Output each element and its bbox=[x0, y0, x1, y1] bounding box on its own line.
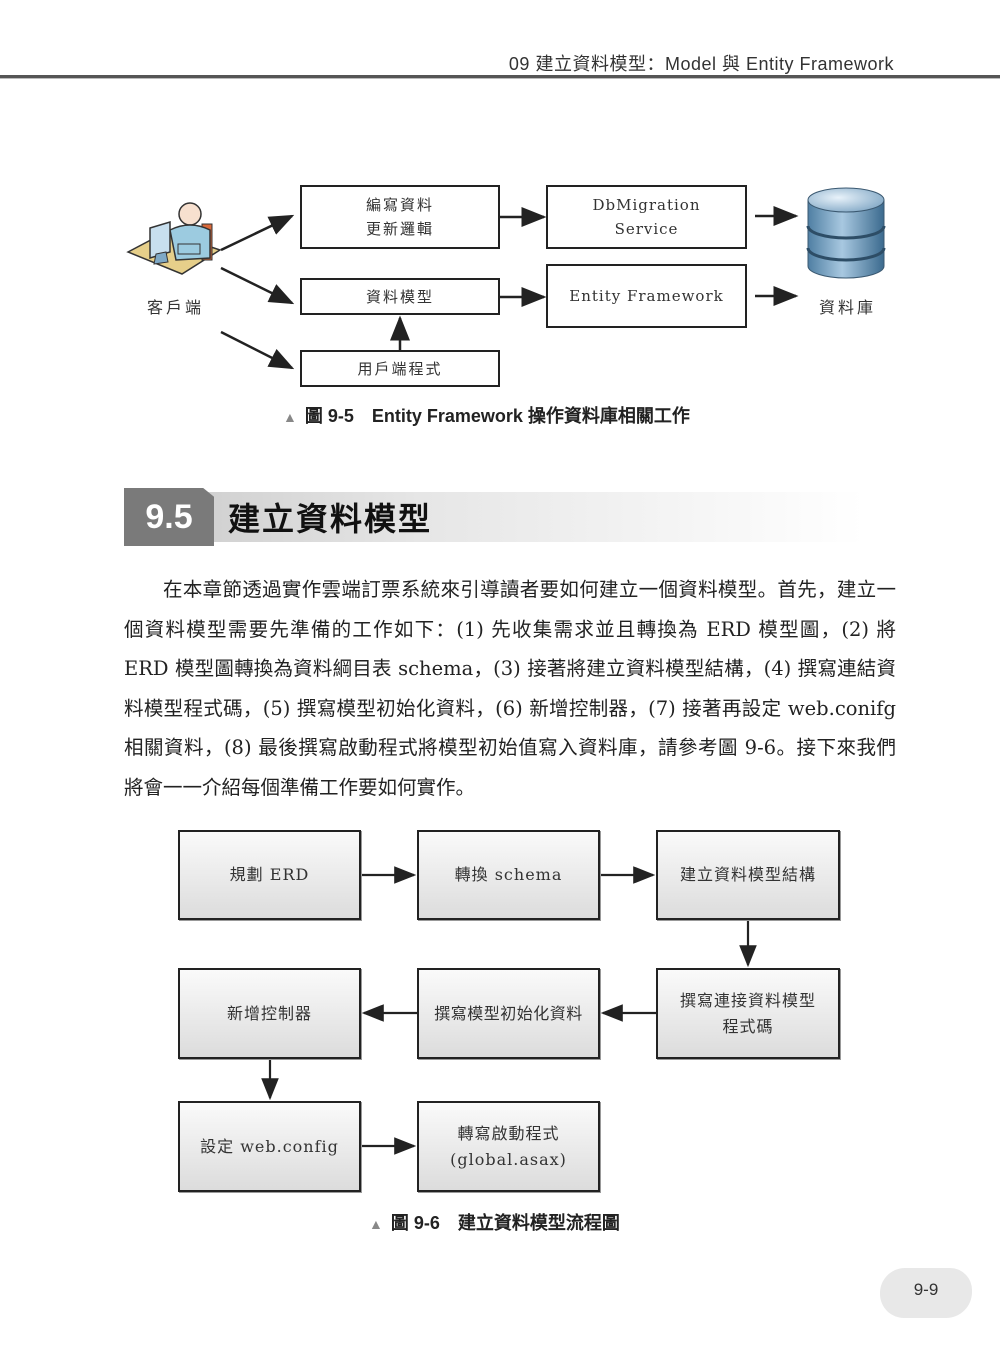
box-dbmigration-service: DbMigration Service bbox=[546, 185, 747, 249]
box-update-logic: 編寫資料 更新邏輯 bbox=[300, 185, 500, 249]
figure-9-6-caption: ▲ 圖 9-6 建立資料模型流程圖 bbox=[369, 1209, 620, 1235]
database-cylinder-icon bbox=[806, 187, 886, 279]
box-entity-framework-label: Entity Framework bbox=[569, 287, 724, 305]
box-entity-framework: Entity Framework bbox=[546, 264, 747, 328]
flow-step-label: 建立資料模型結構 bbox=[679, 865, 816, 884]
figure-number: 圖 9-6 bbox=[390, 1213, 440, 1233]
box-update-logic-line2: 更新邏輯 bbox=[365, 220, 434, 238]
arrow-client-to-client-program bbox=[220, 330, 295, 370]
flow-step-build-model-structure: 建立資料模型結構 bbox=[656, 830, 840, 920]
flow-step-plan-erd: 規劃 ERD bbox=[178, 830, 361, 920]
flow-step-label-line2: 程式碼 bbox=[722, 1016, 774, 1036]
caption-marker-icon: ▲ bbox=[283, 409, 297, 425]
box-client-program-label: 用戶端程式 bbox=[357, 359, 443, 378]
arrow-client-to-data-model bbox=[220, 266, 295, 305]
figure-caption-text: 建立資料模型流程圖 bbox=[457, 1213, 620, 1233]
flow-step-startup-program: 轉寫啟動程式 (global.asax) bbox=[417, 1101, 600, 1192]
flow-step-web-config: 設定 web.config bbox=[178, 1101, 361, 1192]
box-client-program: 用戶端程式 bbox=[300, 350, 500, 387]
flow-step-add-controller: 新增控制器 bbox=[178, 968, 361, 1059]
flow-step-convert-schema: 轉換 schema bbox=[417, 830, 600, 920]
box-data-model: 資料模型 bbox=[300, 278, 500, 315]
caption-marker-icon: ▲ bbox=[369, 1216, 383, 1232]
flow-step-connection-code: 撰寫連接資料模型 程式碼 bbox=[656, 968, 840, 1059]
flow-step-label: 撰寫連接資料模型 bbox=[679, 990, 816, 1010]
box-dbmigration-line1: DbMigration bbox=[592, 196, 701, 214]
flow-step-label-line2: (global.asax) bbox=[450, 1149, 567, 1169]
box-update-logic-line1: 編寫資料 bbox=[365, 196, 434, 214]
flow-step-label: 新增控制器 bbox=[226, 1003, 312, 1023]
figure-caption-text: Entity Framework 操作資料庫相關工作 bbox=[371, 406, 690, 426]
section-number: 9.5 bbox=[124, 488, 214, 546]
body-paragraph: 在本章節透過實作雲端訂票系統來引導讀者要如何建立一個資料模型。首先，建立一個資料… bbox=[124, 578, 896, 799]
figure-9-5: 客戶端 編寫資料 更新邏輯 資料模型 用戶端程式 DbMigration Servi… bbox=[0, 0, 1000, 440]
flow-step-label: 設定 web.config bbox=[200, 1136, 339, 1156]
flow-step-label: 撰寫模型初始化資料 bbox=[434, 1003, 583, 1023]
page-number: 9-9 bbox=[913, 1280, 939, 1299]
figure-number: 圖 9-5 bbox=[304, 406, 354, 426]
flow-step-init-data: 撰寫模型初始化資料 bbox=[417, 968, 600, 1059]
flow-step-label: 轉寫啟動程式 bbox=[457, 1123, 560, 1143]
flow-step-label: 規劃 ERD bbox=[229, 865, 310, 884]
box-data-model-label: 資料模型 bbox=[365, 287, 434, 306]
figure-9-5-caption: ▲ 圖 9-5 Entity Framework 操作資料庫相關工作 bbox=[283, 402, 690, 428]
arrow-client-to-update-logic bbox=[220, 214, 295, 252]
section-title: 建立資料模型 bbox=[228, 500, 433, 538]
box-dbmigration-line2: Service bbox=[614, 220, 679, 238]
database-label: 資料庫 bbox=[819, 298, 877, 317]
flow-step-label: 轉換 schema bbox=[454, 865, 563, 884]
